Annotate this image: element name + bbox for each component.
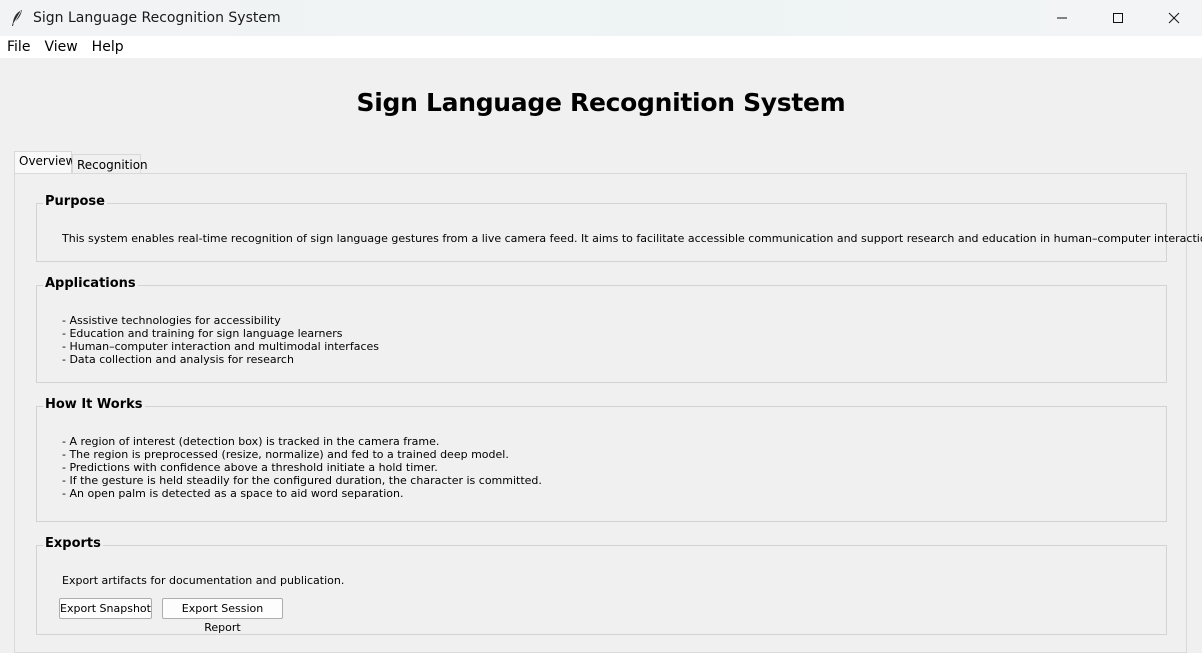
maximize-icon xyxy=(1113,13,1123,23)
menu-help[interactable]: Help xyxy=(85,39,131,55)
applications-heading: Applications xyxy=(43,276,138,292)
how-it-works-step: - A region of interest (detection box) i… xyxy=(62,435,440,448)
close-icon xyxy=(1168,12,1180,24)
purpose-heading: Purpose xyxy=(43,194,107,210)
application-item: - Data collection and analysis for resea… xyxy=(62,353,294,366)
tab-overview[interactable]: Overview xyxy=(14,151,76,173)
tab-recognition[interactable]: Recognition xyxy=(72,154,148,174)
how-it-works-heading: How It Works xyxy=(43,397,145,413)
purpose-text: This system enables real-time recognitio… xyxy=(62,232,1202,245)
window-title: Sign Language Recognition System xyxy=(33,10,281,26)
window-titlebar: Sign Language Recognition System xyxy=(0,0,1202,36)
menu-file[interactable]: File xyxy=(0,39,37,55)
application-item: - Education and training for sign langua… xyxy=(62,327,343,340)
minimize-icon xyxy=(1057,17,1067,19)
how-it-works-step: - If the gesture is held steadily for th… xyxy=(62,474,542,487)
how-it-works-group: How It Works - A region of interest (det… xyxy=(36,397,1167,522)
feather-icon xyxy=(0,0,33,36)
exports-description: Export artifacts for documentation and p… xyxy=(62,574,345,587)
applications-group: Applications - Assistive technologies fo… xyxy=(36,276,1167,383)
how-it-works-step: - An open palm is detected as a space to… xyxy=(62,487,404,500)
overview-panel: Purpose This system enables real-time re… xyxy=(14,173,1202,653)
page-title: Sign Language Recognition System xyxy=(356,88,846,117)
how-it-works-step: - The region is preprocessed (resize, no… xyxy=(62,448,509,461)
menu-view[interactable]: View xyxy=(37,39,84,55)
how-it-works-step: - Predictions with confidence above a th… xyxy=(62,461,438,474)
close-button[interactable] xyxy=(1146,0,1202,36)
application-item: - Assistive technologies for accessibili… xyxy=(62,314,281,327)
menu-bar: File View Help xyxy=(0,36,1202,58)
exports-heading: Exports xyxy=(43,536,103,552)
export-snapshot-button[interactable]: Export Snapshot xyxy=(59,598,152,619)
purpose-group: Purpose This system enables real-time re… xyxy=(36,194,1202,262)
export-session-report-button[interactable]: Export Session Report xyxy=(162,598,283,634)
exports-group: Exports Export artifacts for documentati… xyxy=(36,536,1167,635)
minimize-button[interactable] xyxy=(1034,0,1090,36)
application-item: - Human–computer interaction and multimo… xyxy=(62,340,379,353)
maximize-button[interactable] xyxy=(1090,0,1146,36)
